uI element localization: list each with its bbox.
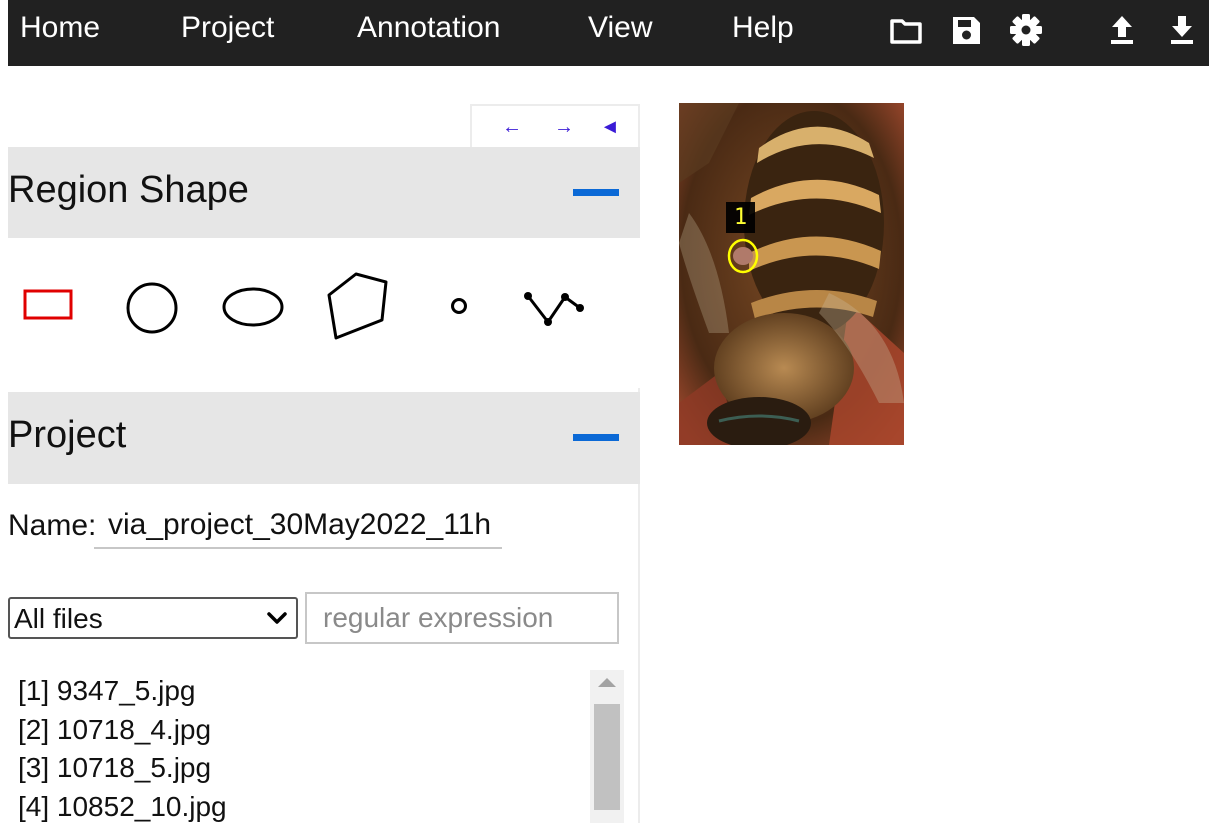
list-item[interactable]: [4] 10852_10.jpg	[18, 788, 578, 826]
menu-project[interactable]: Project	[181, 10, 274, 46]
region-shape-toolbar	[8, 238, 640, 388]
project-name-input[interactable]	[94, 503, 502, 549]
image-canvas[interactable]: 1	[679, 103, 904, 445]
panel-nav: ← → ◄	[470, 104, 640, 148]
save-icon[interactable]	[948, 12, 984, 48]
menu-home[interactable]: Home	[20, 10, 100, 46]
collapse-panel-icon[interactable]: ◄	[600, 116, 620, 138]
file-filter-value: All files	[14, 602, 103, 636]
file-filter-select[interactable]: All files	[8, 597, 298, 639]
ellipse-shape-icon[interactable]	[220, 286, 286, 330]
scroll-thumb[interactable]	[594, 704, 620, 810]
list-item[interactable]: [2] 10718_4.jpg	[18, 711, 578, 750]
circle-shape-icon[interactable]	[124, 280, 180, 336]
menu-view[interactable]: View	[588, 10, 652, 46]
bee-image	[679, 103, 904, 445]
gear-icon[interactable]	[1008, 12, 1044, 48]
project-name-label: Name:	[8, 508, 96, 544]
region-shape-header[interactable]: Region Shape	[8, 147, 640, 239]
regex-filter-input[interactable]	[305, 592, 619, 644]
folder-open-icon[interactable]	[888, 12, 924, 48]
chevron-down-icon	[266, 607, 288, 629]
file-list: [1] 9347_5.jpg [2] 10718_4.jpg [3] 10718…	[18, 672, 578, 826]
project-header[interactable]: Project	[8, 392, 640, 484]
region-label[interactable]: 1	[726, 202, 755, 233]
polygon-shape-icon[interactable]	[324, 270, 394, 342]
prev-arrow-icon[interactable]: ←	[502, 116, 522, 138]
list-item[interactable]: [3] 10718_5.jpg	[18, 749, 578, 788]
point-shape-icon[interactable]	[447, 294, 471, 318]
scroll-up-icon[interactable]	[598, 678, 616, 687]
region-shape-title: Region Shape	[8, 167, 249, 213]
upload-icon[interactable]	[1104, 12, 1140, 48]
file-list-scrollbar[interactable]	[590, 670, 624, 823]
menu-annotation[interactable]: Annotation	[357, 10, 500, 46]
next-arrow-icon[interactable]: →	[554, 116, 574, 138]
project-title: Project	[8, 412, 126, 458]
menu-help[interactable]: Help	[732, 10, 794, 46]
download-icon[interactable]	[1164, 12, 1200, 48]
polyline-shape-icon[interactable]	[520, 284, 592, 334]
list-item[interactable]: [1] 9347_5.jpg	[18, 672, 578, 711]
rectangle-shape-icon[interactable]	[22, 288, 76, 322]
project-collapse-button[interactable]	[573, 434, 619, 441]
region-shape-collapse-button[interactable]	[573, 189, 619, 196]
menu-bar: Home Project Annotation View Help	[8, 0, 1209, 66]
